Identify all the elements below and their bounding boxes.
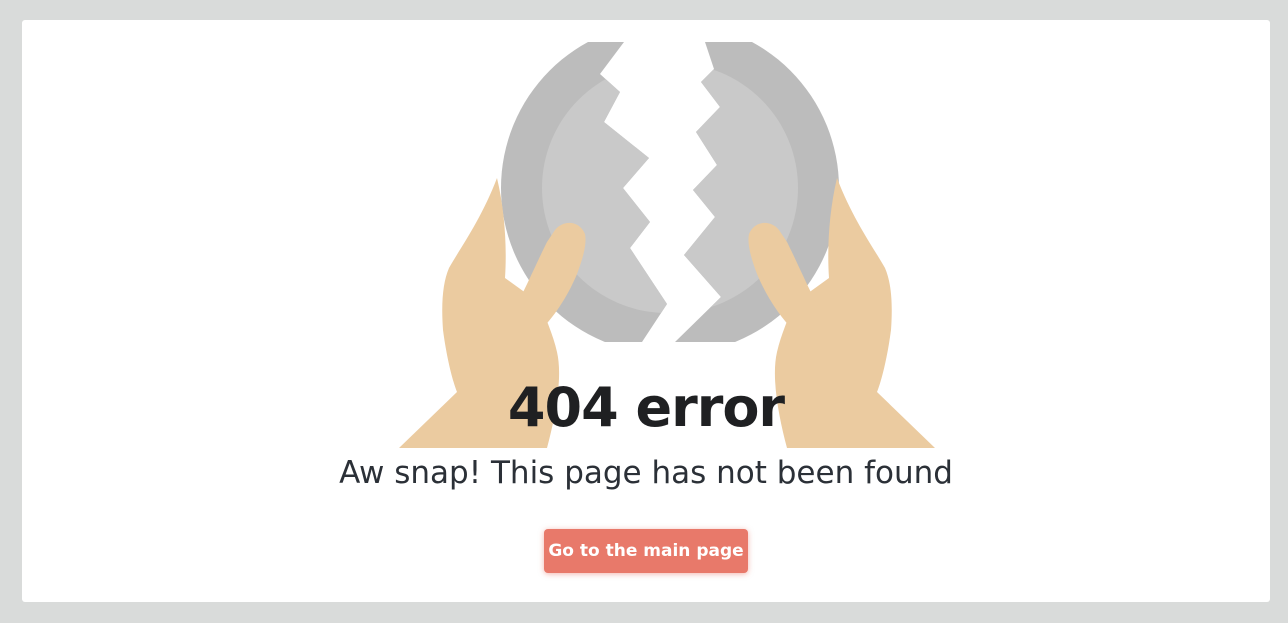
go-to-main-page-button[interactable]: Go to the main page (544, 529, 748, 573)
error-card: 404 error Aw snap! This page has not bee… (22, 20, 1270, 602)
error-subtitle: Aw snap! This page has not been found (339, 455, 953, 491)
error-title: 404 error (507, 376, 785, 439)
